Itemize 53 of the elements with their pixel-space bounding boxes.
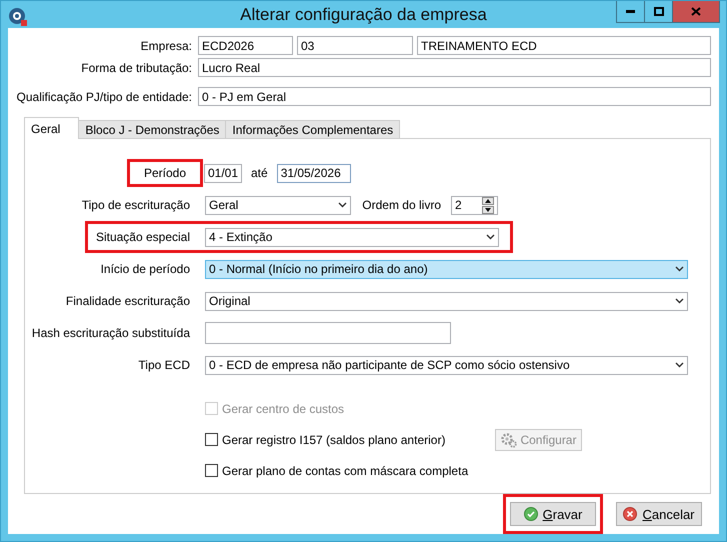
text-field[interactable]: 03 xyxy=(297,36,413,55)
gear-icon xyxy=(501,432,518,448)
dropdown[interactable]: 4 - Extinção xyxy=(205,228,499,246)
down-arrow-icon[interactable] xyxy=(482,206,494,214)
field-label: Período xyxy=(127,159,203,187)
text-field[interactable]: 0 - PJ em Geral xyxy=(198,87,711,106)
minimize-icon xyxy=(626,10,635,13)
field-label: Situação especial xyxy=(94,230,190,244)
dialog-button[interactable]: Gravar xyxy=(510,502,596,526)
spin-field[interactable]: 2 xyxy=(451,196,498,214)
up-arrow-icon[interactable] xyxy=(482,196,494,204)
dropdown[interactable]: 0 - Normal (Início no primeiro dia do ano) xyxy=(205,260,688,278)
field-label: Início de período xyxy=(100,262,190,276)
maximize-icon xyxy=(654,7,664,16)
close-button[interactable] xyxy=(672,1,720,23)
tab[interactable]: Bloco J - Demonstrações xyxy=(78,120,226,139)
tab[interactable]: Geral xyxy=(24,117,80,139)
checkbox[interactable] xyxy=(205,464,218,477)
chevron-down-icon xyxy=(338,202,347,208)
text-field[interactable]: Lucro Real xyxy=(198,58,711,77)
checkbox[interactable] xyxy=(205,433,218,446)
field-label: até xyxy=(251,166,268,180)
app-logo-icon xyxy=(8,7,28,27)
dropdown[interactable]: Geral xyxy=(205,196,351,214)
date-field[interactable]: 31/05/2026 xyxy=(276,164,351,182)
check-icon xyxy=(524,507,538,521)
dropdown[interactable]: 0 - ECD de empresa não participante de SCP como sócio ostensivo xyxy=(205,356,688,374)
field-label: Tipo ECD xyxy=(137,358,190,372)
field-label: Hash escrituração substituída xyxy=(30,326,190,340)
field-label: Finalidade escrituração xyxy=(64,294,190,308)
field-label: Qualificação PJ/tipo de entidade: xyxy=(16,90,192,104)
checkbox-label: Gerar registro I157 (saldos plano anterior) xyxy=(222,432,446,446)
date-field[interactable]: 01/01 xyxy=(204,164,242,182)
dialog-button[interactable]: Cancelar xyxy=(616,502,702,526)
checkbox-label: Gerar centro de custos xyxy=(222,402,344,416)
text-field[interactable]: TREINAMENTO ECD xyxy=(417,36,711,55)
window-title: Alterar configuração da empresa xyxy=(239,4,488,24)
chevron-down-icon xyxy=(675,298,684,304)
chevron-down-icon xyxy=(486,234,495,240)
checkbox-label: Gerar plano de contas com máscara completa xyxy=(222,464,468,478)
text-field[interactable]: ECD2026 xyxy=(198,36,293,55)
field-label: Forma de tributação: xyxy=(80,60,192,74)
field-label: Empresa: xyxy=(140,38,192,52)
chevron-down-icon xyxy=(675,362,684,368)
input-field[interactable] xyxy=(205,322,451,344)
field-label: Ordem do livro xyxy=(361,198,441,212)
close-icon xyxy=(691,7,701,16)
chevron-down-icon xyxy=(675,266,684,272)
tab[interactable]: Informações Complementares xyxy=(225,120,400,139)
cancel-icon xyxy=(623,507,638,521)
field-label: Tipo de escrituração xyxy=(80,198,190,212)
minimize-button[interactable] xyxy=(616,1,645,23)
dropdown[interactable]: Original xyxy=(205,292,688,310)
